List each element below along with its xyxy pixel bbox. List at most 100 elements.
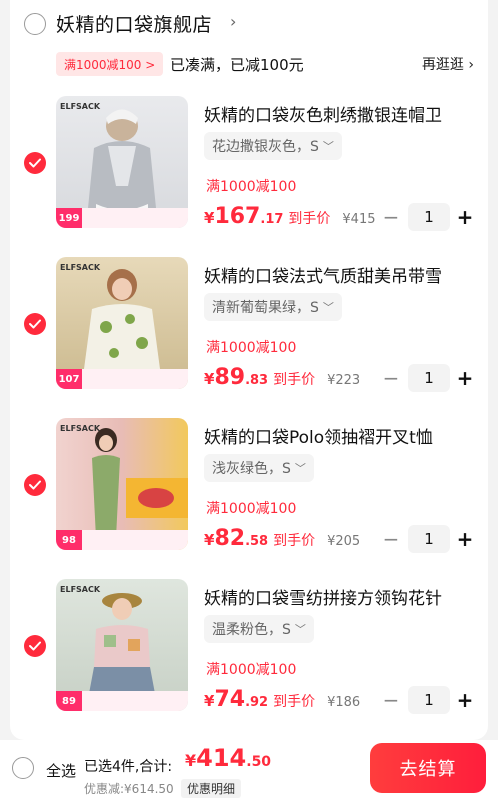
cart-item: ELFSACK 107 妖精的口袋法式气质甜美吊带雪 清新葡萄果绿，S ﹀ 满1… <box>10 257 488 407</box>
decrease-button[interactable]: − <box>380 366 402 390</box>
sku-label: 清新葡萄果绿，S <box>212 300 319 316</box>
price-symbol: ¥ <box>204 370 215 388</box>
increase-button[interactable]: + <box>456 527 474 551</box>
increase-button[interactable]: + <box>456 366 474 390</box>
shop-cart-card: 妖精的口袋旗舰店 › 满1000减100 > 已凑满，已减100元 再逛逛 › … <box>10 0 488 740</box>
quantity-stepper: − 1 + <box>380 202 474 232</box>
decrease-button[interactable]: − <box>380 205 402 229</box>
product-image[interactable]: ELFSACK 199 <box>56 96 188 228</box>
thumb-price: 199 <box>56 208 82 228</box>
chevron-down-icon: ﹀ <box>294 462 306 475</box>
quantity-field[interactable]: 1 <box>408 364 450 392</box>
shop-name[interactable]: 妖精的口袋旗舰店 <box>56 10 212 37</box>
discount-text: 满1000减100 <box>206 179 297 195</box>
price-label: 到手价 <box>273 533 316 549</box>
sku-selector[interactable]: 清新葡萄果绿，S ﹀ <box>204 293 342 321</box>
price-decimal: .17 <box>260 212 284 227</box>
price-symbol: ¥ <box>204 692 215 710</box>
original-price: ¥223 <box>327 373 361 388</box>
discount-text: 满1000减100 <box>206 340 297 356</box>
price-integer: 167 <box>214 204 261 229</box>
sku-selector[interactable]: 温柔粉色，S ﹀ <box>204 615 314 643</box>
price-integer: 89 <box>214 365 246 390</box>
quantity-stepper: − 1 + <box>380 685 474 715</box>
cart-item: ELFSACK 199 妖精的口袋灰色刺绣撒银连帽卫 花边撒银灰色，S ﹀ 满1… <box>10 96 488 246</box>
price-row: ¥ 89 .83 到手价 ¥223 <box>204 365 360 393</box>
price-symbol: ¥ <box>204 531 215 549</box>
increase-button[interactable]: + <box>456 688 474 712</box>
sku-label: 浅灰绿色，S <box>212 461 291 477</box>
checkout-button[interactable]: 去结算 <box>370 743 486 793</box>
price-label: 到手价 <box>273 372 316 388</box>
price-decimal: .83 <box>245 373 269 388</box>
selected-count: 已选4件,合计: <box>84 759 173 775</box>
quantity-field[interactable]: 1 <box>408 203 450 231</box>
total-decimal: .50 <box>246 754 272 770</box>
price-symbol: ¥ <box>204 209 215 227</box>
original-price: ¥205 <box>327 534 361 549</box>
quantity-stepper: − 1 + <box>380 524 474 554</box>
quantity-stepper: − 1 + <box>380 363 474 393</box>
total-integer: 414 <box>196 744 247 772</box>
discount-text: 满1000减100 <box>206 662 297 678</box>
item-checked-icon[interactable] <box>24 313 46 335</box>
promo-text: 已凑满，已减100元 <box>170 56 304 74</box>
item-checked-icon[interactable] <box>24 474 46 496</box>
thumb-price: 89 <box>56 691 82 711</box>
product-title[interactable]: 妖精的口袋Polo领抽褶开叉t恤 <box>204 423 472 448</box>
original-price: ¥415 <box>342 212 376 227</box>
brand-logo: ELFSACK <box>60 424 101 433</box>
discount-text: 满1000减100 <box>206 501 297 517</box>
sku-selector[interactable]: 花边撒银灰色，S ﹀ <box>204 132 342 160</box>
cart-item: ELFSACK 98 妖精的口袋Polo领抽褶开叉t恤 浅灰绿色，S ﹀ 满10… <box>10 418 488 568</box>
product-image[interactable]: ELFSACK 107 <box>56 257 188 389</box>
chevron-down-icon: ﹀ <box>294 623 306 636</box>
increase-button[interactable]: + <box>456 205 474 229</box>
price-row: ¥ 82 .58 到手价 ¥205 <box>204 526 360 554</box>
sku-selector[interactable]: 浅灰绿色，S ﹀ <box>204 454 314 482</box>
price-integer: 82 <box>214 526 246 551</box>
select-all-radio[interactable] <box>12 757 34 779</box>
sku-label: 温柔粉色，S <box>212 622 291 638</box>
promo-tag[interactable]: 满1000减100 > <box>56 52 164 76</box>
product-title[interactable]: 妖精的口袋灰色刺绣撒银连帽卫 <box>204 101 472 126</box>
product-image[interactable]: ELFSACK 98 <box>56 418 188 550</box>
quantity-field[interactable]: 1 <box>408 525 450 553</box>
checkout-bar: 全选 已选4件,合计: ¥ 414 .50 优惠减:¥614.50 优惠明细 去… <box>0 740 498 800</box>
price-label: 到手价 <box>288 211 331 227</box>
cart-item: ELFSACK 89 妖精的口袋雪纺拼接方领钩花针 温柔粉色，S ﹀ 满1000… <box>10 579 488 729</box>
shop-header[interactable]: 妖精的口袋旗舰店 › <box>10 0 488 48</box>
chevron-down-icon: ﹀ <box>322 140 334 153</box>
thumb-price: 107 <box>56 369 82 389</box>
saved-amount: 优惠减:¥614.50 <box>84 782 174 796</box>
total-symbol: ¥ <box>185 751 197 770</box>
quantity-field[interactable]: 1 <box>408 686 450 714</box>
price-integer: 74 <box>214 687 246 712</box>
decrease-button[interactable]: − <box>380 527 402 551</box>
chevron-right-icon[interactable]: › <box>230 12 236 31</box>
sku-label: 花边撒银灰色，S <box>212 139 319 155</box>
shop-select-radio[interactable] <box>24 13 46 35</box>
product-title[interactable]: 妖精的口袋雪纺拼接方领钩花针 <box>204 584 472 609</box>
original-price: ¥186 <box>327 695 361 710</box>
brand-logo: ELFSACK <box>60 102 101 111</box>
thumb-price: 98 <box>56 530 82 550</box>
price-row: ¥ 167 .17 到手价 ¥415 <box>204 204 376 232</box>
decrease-button[interactable]: − <box>380 688 402 712</box>
shop-more-link[interactable]: 再逛逛 › <box>422 54 474 74</box>
product-title[interactable]: 妖精的口袋法式气质甜美吊带雪 <box>204 262 472 287</box>
price-decimal: .92 <box>245 695 269 710</box>
select-all-label[interactable]: 全选 <box>46 760 76 781</box>
item-checked-icon[interactable] <box>24 152 46 174</box>
brand-logo: ELFSACK <box>60 585 101 594</box>
discount-detail-button[interactable]: 优惠明细 <box>181 779 242 798</box>
price-decimal: .58 <box>245 534 269 549</box>
product-image[interactable]: ELFSACK 89 <box>56 579 188 711</box>
total-price: ¥ 414 .50 <box>185 744 271 772</box>
chevron-down-icon: ﹀ <box>322 301 334 314</box>
brand-logo: ELFSACK <box>60 263 101 272</box>
promo-row: 满1000减100 > 已凑满，已减100元 再逛逛 › <box>10 52 488 80</box>
price-label: 到手价 <box>273 694 316 710</box>
item-checked-icon[interactable] <box>24 635 46 657</box>
price-row: ¥ 74 .92 到手价 ¥186 <box>204 687 360 715</box>
